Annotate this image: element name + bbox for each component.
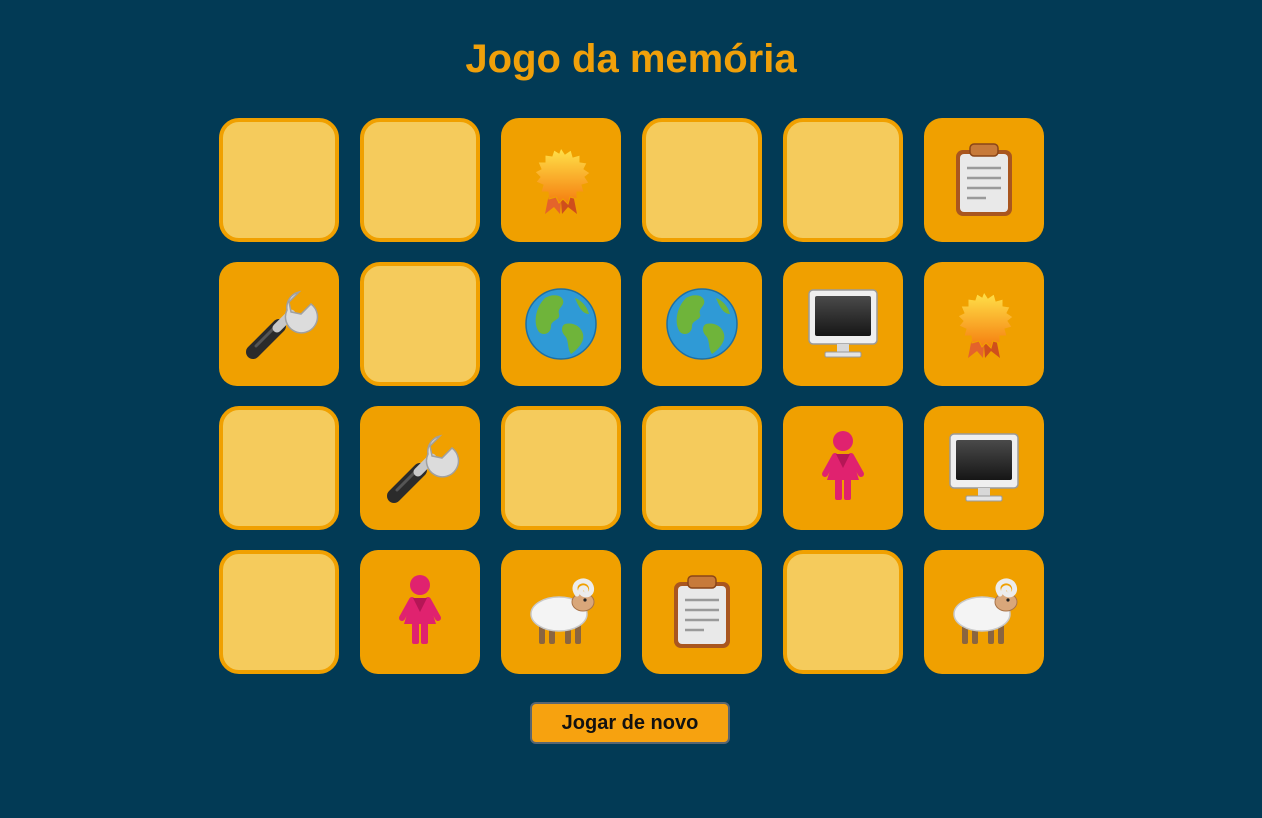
memory-card[interactable] bbox=[501, 118, 621, 242]
play-again-button[interactable]: Jogar de novo bbox=[530, 702, 730, 744]
memory-card[interactable] bbox=[501, 406, 621, 530]
woman-icon bbox=[822, 431, 864, 500]
memory-card[interactable] bbox=[219, 406, 339, 530]
memory-card[interactable] bbox=[783, 118, 903, 242]
globe-icon bbox=[525, 288, 597, 360]
memory-card[interactable] bbox=[219, 262, 339, 386]
page-title: Jogo da memória bbox=[465, 37, 797, 81]
memory-card[interactable] bbox=[360, 406, 480, 530]
memory-card[interactable] bbox=[924, 550, 1044, 674]
clipboard-icon bbox=[956, 143, 1012, 216]
memory-card[interactable] bbox=[642, 118, 762, 242]
ram-icon bbox=[953, 578, 1018, 644]
memory-card[interactable] bbox=[783, 406, 903, 530]
memory-card[interactable] bbox=[642, 262, 762, 386]
memory-card[interactable] bbox=[501, 550, 621, 674]
memory-card[interactable] bbox=[642, 406, 762, 530]
rosette-icon bbox=[957, 290, 1014, 358]
memory-card[interactable] bbox=[219, 550, 339, 674]
memory-card[interactable] bbox=[924, 262, 1044, 386]
globe-icon bbox=[666, 288, 738, 360]
memory-card[interactable] bbox=[501, 262, 621, 386]
woman-icon bbox=[399, 575, 441, 644]
wrench-icon bbox=[387, 434, 460, 503]
monitor-icon bbox=[808, 289, 878, 358]
rosette-icon bbox=[534, 146, 591, 214]
card-grid bbox=[219, 118, 1044, 674]
memory-card[interactable] bbox=[783, 550, 903, 674]
memory-card[interactable] bbox=[360, 550, 480, 674]
monitor-icon bbox=[949, 433, 1019, 502]
memory-card[interactable] bbox=[642, 550, 762, 674]
memory-card[interactable] bbox=[924, 118, 1044, 242]
memory-card[interactable] bbox=[219, 118, 339, 242]
ram-icon bbox=[530, 578, 595, 644]
wrench-icon bbox=[246, 290, 319, 359]
clipboard-icon bbox=[674, 575, 730, 648]
memory-card[interactable] bbox=[360, 262, 480, 386]
memory-card[interactable] bbox=[783, 262, 903, 386]
memory-card[interactable] bbox=[924, 406, 1044, 530]
memory-card[interactable] bbox=[360, 118, 480, 242]
